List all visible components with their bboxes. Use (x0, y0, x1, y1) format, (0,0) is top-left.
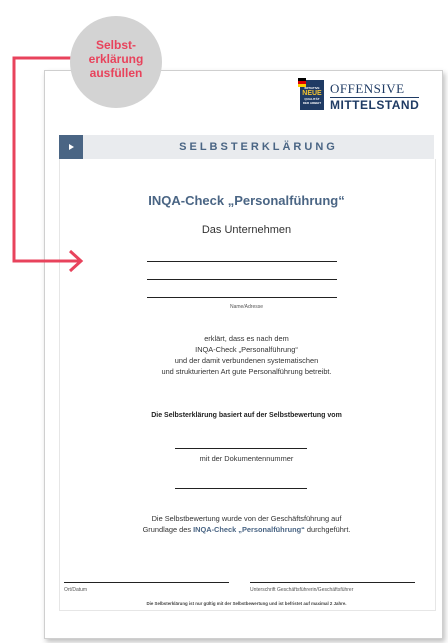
badge-line-3: ausfüllen (89, 66, 143, 80)
badge-line-2: erklärung (88, 52, 144, 66)
badge-line-1: Selbst- (95, 38, 136, 52)
red-arrow-icon (12, 56, 84, 273)
fill-out-badge[interactable]: Selbst- erklärung ausfüllen (70, 16, 162, 108)
